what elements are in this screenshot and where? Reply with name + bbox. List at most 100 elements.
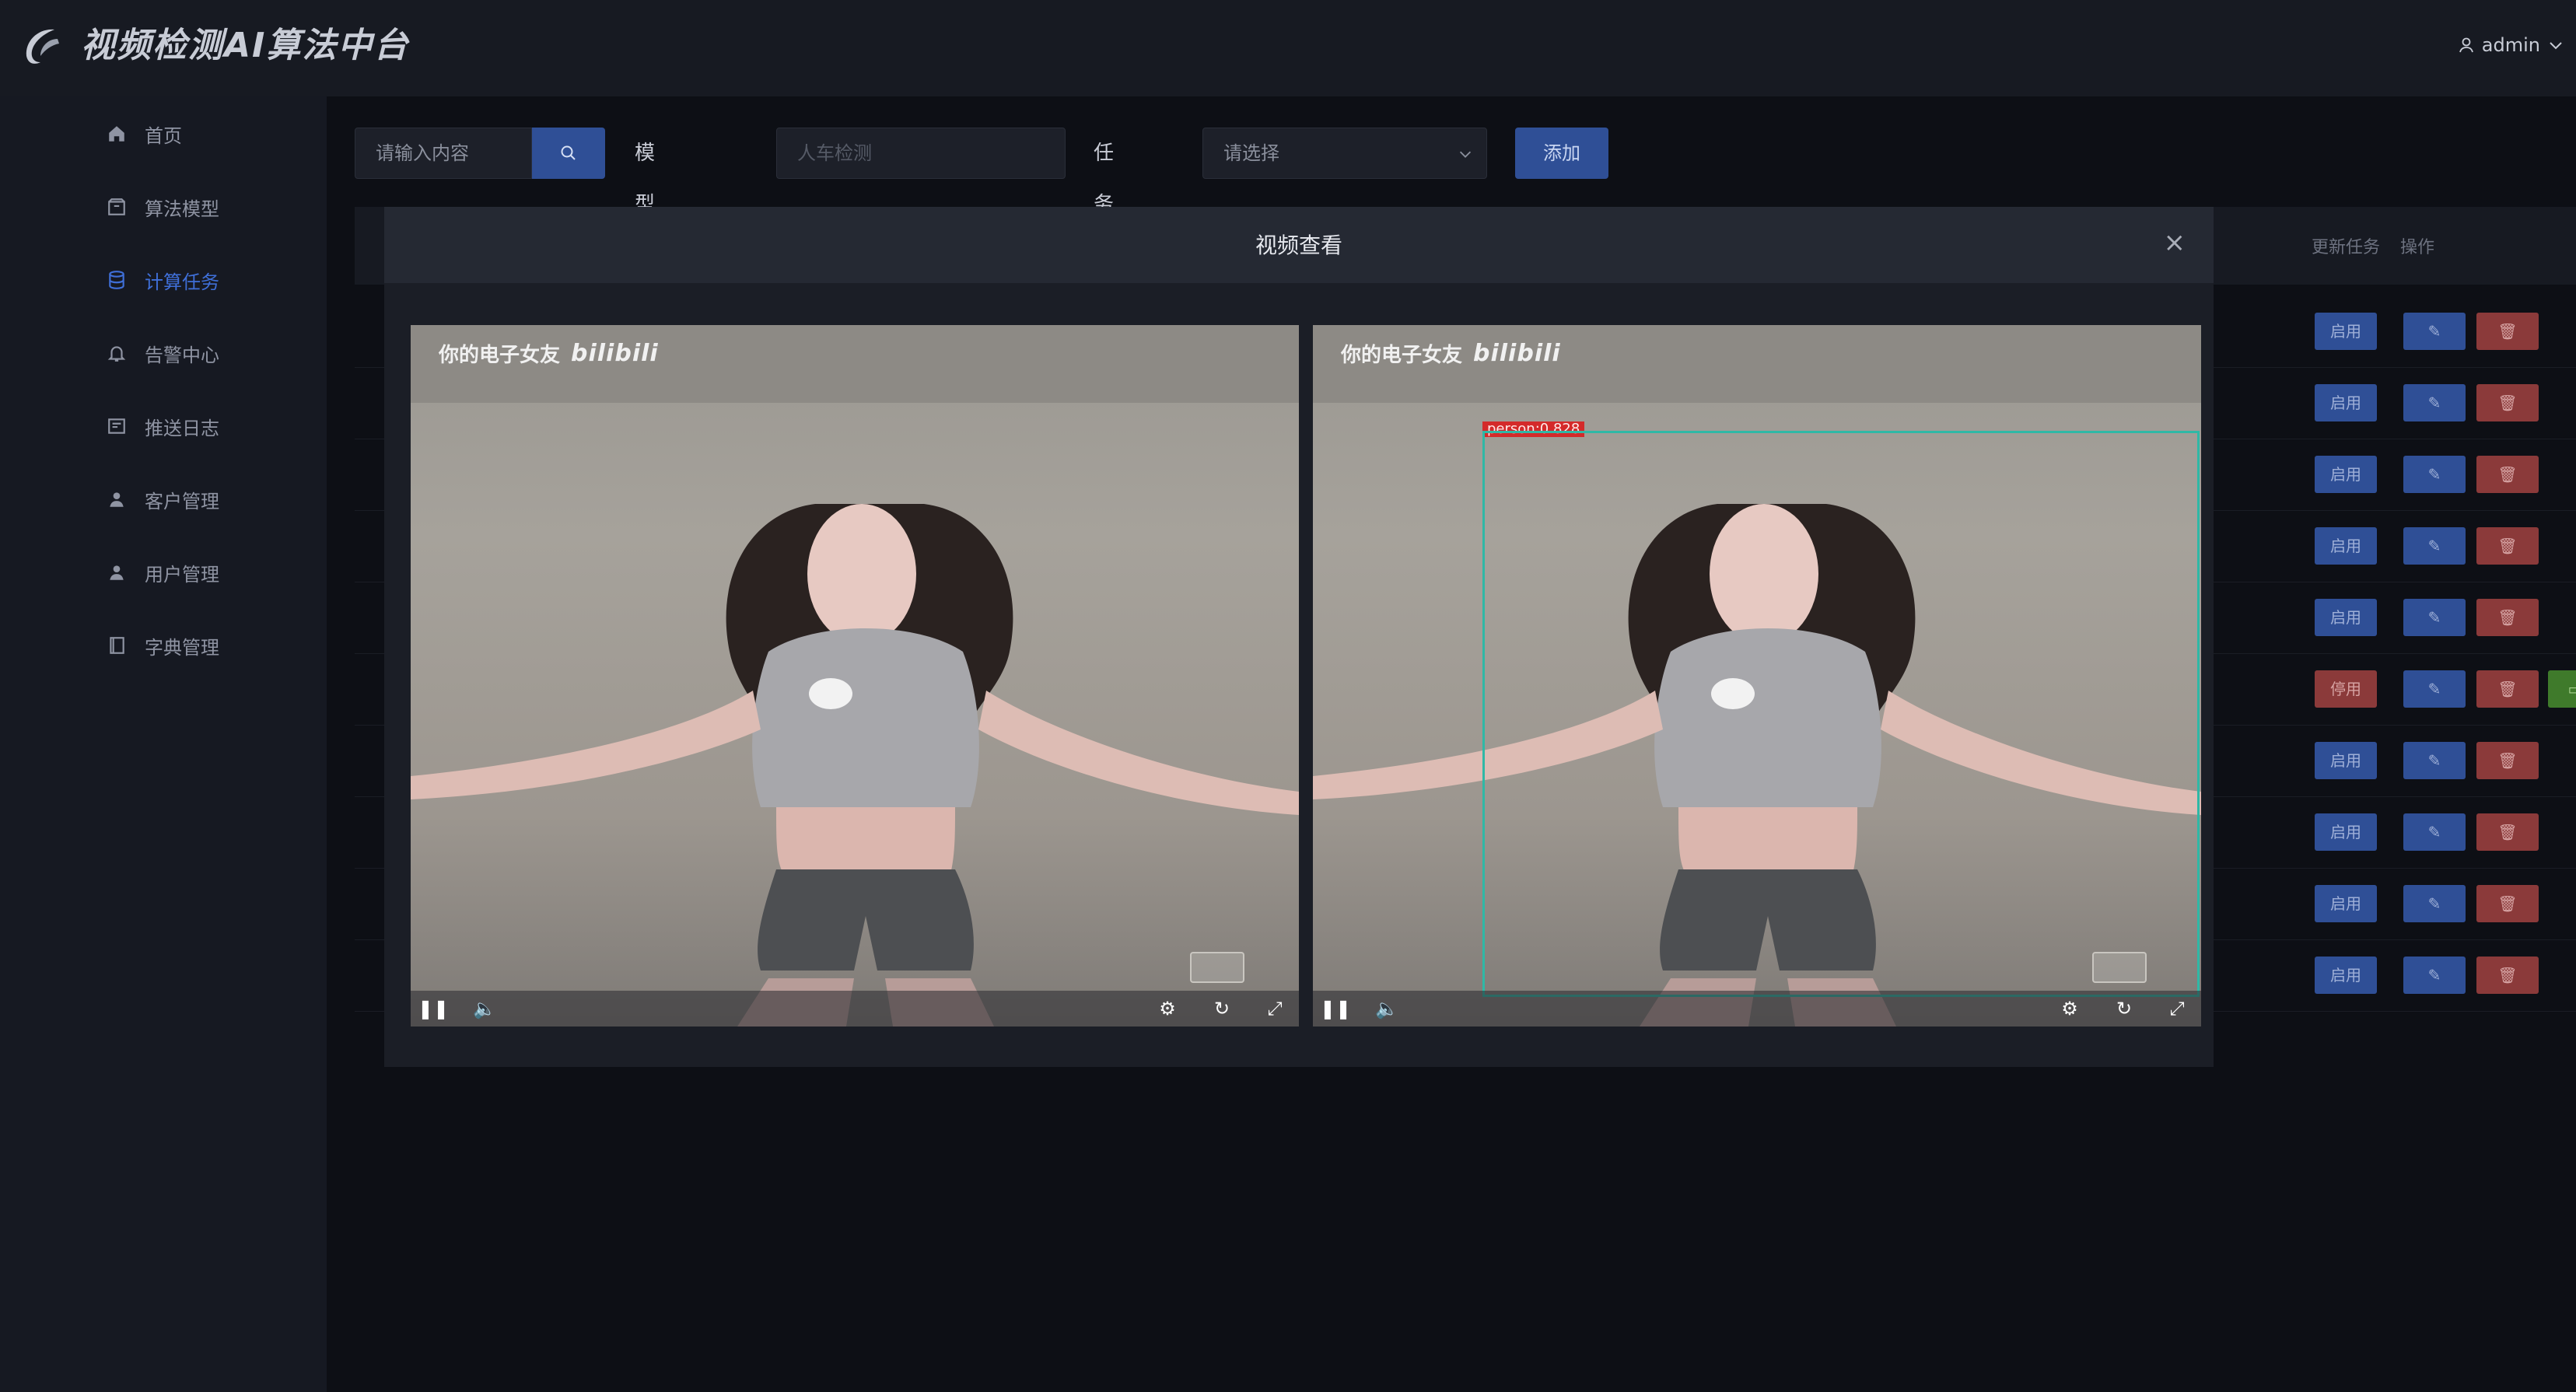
video-subject <box>411 325 1299 1027</box>
th-update-task: 更新任务 <box>2312 238 2381 257</box>
delete-button[interactable]: 🗑 <box>2476 599 2539 636</box>
enable-button[interactable]: 启用 <box>2315 599 2377 636</box>
delete-button[interactable]: 🗑 <box>2476 670 2539 708</box>
sidebar-item-users[interactable]: 用户管理 <box>0 541 327 603</box>
watermark-text: 你的电子女友 <box>439 344 561 367</box>
edit-button[interactable]: ✎ <box>2403 957 2466 994</box>
sidebar-item-push-log[interactable]: 推送日志 <box>0 395 327 457</box>
add-button[interactable]: 添加 <box>1515 128 1608 179</box>
enable-button[interactable]: 启用 <box>2315 742 2377 779</box>
settings-icon[interactable]: ⚙ <box>2058 997 2081 1020</box>
sidebar-item-models[interactable]: 算法模型 <box>0 176 327 238</box>
app-title: 视频检测AI算法中台 <box>81 26 410 65</box>
person-icon <box>106 561 128 583</box>
edit-button[interactable]: ✎ <box>2403 670 2466 708</box>
edit-button[interactable]: ✎ <box>2403 313 2466 350</box>
person-icon <box>106 488 128 510</box>
delete-button[interactable]: 🗑 <box>2476 527 2539 565</box>
enable-button[interactable]: 启用 <box>2315 813 2377 851</box>
video-controls: ❚❚ 🔈 ⚙ ↻ ⤢ <box>1313 991 2201 1027</box>
video-player-detection[interactable]: 你的电子女友 bilibili person:0.828 ❚❚ 🔈 ⚙ ↻ ⤢ <box>1313 325 2201 1027</box>
enable-button[interactable]: 启用 <box>2315 456 2377 493</box>
sidebar-item-label: 推送日志 <box>145 417 219 439</box>
sidebar: 首页 算法模型 计算任务 告警中心 推送日志 客户管理 用户管理 字典管理 <box>0 96 327 1392</box>
fullscreen-icon[interactable]: ⤢ <box>2165 997 2189 1020</box>
enable-button[interactable]: 启用 <box>2315 957 2377 994</box>
delete-button[interactable]: 🗑 <box>2476 384 2539 421</box>
logo-icon <box>26 29 59 64</box>
delete-button[interactable]: 🗑 <box>2476 885 2539 922</box>
watermark-brand: bilibili <box>571 340 659 367</box>
box-icon <box>106 196 128 218</box>
view-video-button[interactable]: ▭ <box>2548 670 2576 708</box>
enable-button[interactable]: 启用 <box>2315 313 2377 350</box>
fullscreen-icon[interactable]: ⤢ <box>1263 997 1286 1020</box>
edit-button[interactable]: ✎ <box>2403 742 2466 779</box>
modal-header: 视频查看 × <box>384 207 2214 283</box>
search-input[interactable]: 请输入内容 <box>355 128 532 179</box>
home-icon <box>106 123 128 145</box>
chevron-down-icon <box>2550 42 2562 50</box>
sidebar-item-label: 字典管理 <box>145 636 219 659</box>
video-modal: 视频查看 × 你的电子女友 bilibili ❚❚ 🔈 ⚙ ↻ ⤢ 你的电子女友… <box>384 207 2214 1067</box>
user-menu[interactable]: admin <box>2457 34 2565 56</box>
sidebar-item-label: 用户管理 <box>145 563 219 586</box>
delete-button[interactable]: 🗑 <box>2476 456 2539 493</box>
sidebar-item-home[interactable]: 首页 <box>0 103 327 165</box>
sidebar-item-label: 首页 <box>145 124 182 147</box>
detection-box <box>1482 431 2200 997</box>
sidebar-item-label: 客户管理 <box>145 490 219 512</box>
mute-icon[interactable]: 🔈 <box>473 997 496 1020</box>
edit-button[interactable]: ✎ <box>2403 885 2466 922</box>
task-status-select[interactable]: 请选择 <box>1202 128 1487 179</box>
delete-button[interactable]: 🗑 <box>2476 957 2539 994</box>
top-header: 视频检测AI算法中台 admin <box>0 0 2576 96</box>
database-icon <box>106 269 128 291</box>
user-name: admin <box>2481 34 2540 56</box>
chevron-down-icon <box>1459 151 1472 158</box>
bilibili-tv-icon <box>2092 952 2147 983</box>
task-status-value: 请选择 <box>1223 142 1279 164</box>
delete-button[interactable]: 🗑 <box>2476 313 2539 350</box>
delete-button[interactable]: 🗑 <box>2476 742 2539 779</box>
search-icon <box>561 145 576 160</box>
pause-icon[interactable]: ❚❚ <box>418 997 449 1020</box>
sidebar-item-label: 算法模型 <box>145 198 219 220</box>
video-player-original[interactable]: 你的电子女友 bilibili ❚❚ 🔈 ⚙ ↻ ⤢ <box>411 325 1299 1027</box>
video-controls: ❚❚ 🔈 ⚙ ↻ ⤢ <box>411 991 1299 1027</box>
log-icon <box>106 415 128 437</box>
edit-button[interactable]: ✎ <box>2403 813 2466 851</box>
sidebar-item-dictionary[interactable]: 字典管理 <box>0 614 327 677</box>
sidebar-item-customers[interactable]: 客户管理 <box>0 468 327 530</box>
search-button[interactable] <box>532 128 605 179</box>
user-icon <box>2459 37 2473 53</box>
th-actions: 操作 <box>2400 238 2435 257</box>
edit-button[interactable]: ✎ <box>2403 384 2466 421</box>
bell-icon <box>106 342 128 364</box>
model-name-input[interactable]: 人车检测 <box>776 128 1066 179</box>
mute-icon[interactable]: 🔈 <box>1375 997 1398 1020</box>
delete-button[interactable]: 🗑 <box>2476 813 2539 851</box>
book-icon <box>106 635 128 656</box>
settings-icon[interactable]: ⚙ <box>1156 997 1179 1020</box>
watermark-text: 你的电子女友 <box>1341 344 1463 367</box>
watermark-brand: bilibili <box>1473 340 1561 367</box>
video-watermark: 你的电子女友 bilibili <box>439 339 659 368</box>
enable-button[interactable]: 启用 <box>2315 384 2377 421</box>
edit-button[interactable]: ✎ <box>2403 599 2466 636</box>
refresh-icon[interactable]: ↻ <box>1210 997 1234 1020</box>
edit-button[interactable]: ✎ <box>2403 527 2466 565</box>
enable-button[interactable]: 启用 <box>2315 527 2377 565</box>
sidebar-item-tasks[interactable]: 计算任务 <box>0 249 327 311</box>
modal-title: 视频查看 <box>1255 233 1342 258</box>
sidebar-item-label: 告警中心 <box>145 344 219 366</box>
refresh-icon[interactable]: ↻ <box>2112 997 2136 1020</box>
enable-button[interactable]: 启用 <box>2315 885 2377 922</box>
sidebar-item-alarms[interactable]: 告警中心 <box>0 322 327 384</box>
video-watermark: 你的电子女友 bilibili <box>1341 339 1561 368</box>
bilibili-tv-icon <box>1190 952 1244 983</box>
pause-icon[interactable]: ❚❚ <box>1320 997 1351 1020</box>
edit-button[interactable]: ✎ <box>2403 456 2466 493</box>
close-icon[interactable]: × <box>2164 227 2186 258</box>
disable-button[interactable]: 停用 <box>2315 670 2377 708</box>
